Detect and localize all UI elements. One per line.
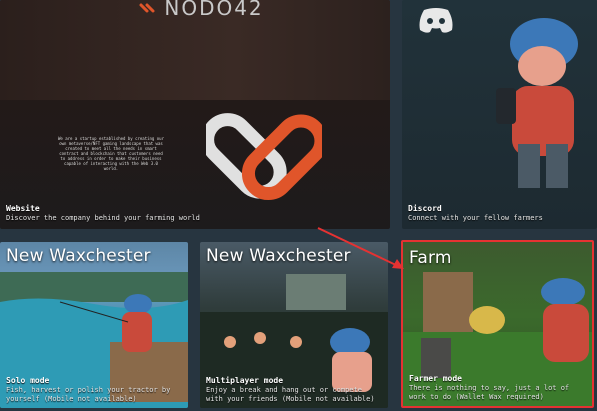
solo-card-description: Fish, harvest or polish your tractor by …	[6, 386, 171, 403]
farm-mode-card[interactable]: Farm Farmer mode There is nothing to say…	[401, 240, 594, 408]
discord-card[interactable]: Discord Connect with your fellow farmers	[402, 0, 597, 229]
website-mission-text: We are a startup established by creating…	[58, 136, 164, 171]
discord-icon	[419, 8, 453, 33]
nodo42-mark-icon	[139, 3, 155, 13]
nodo42-logo-icon	[206, 113, 322, 201]
solo-card-title: New Waxchester	[6, 246, 151, 266]
discord-card-description: Connect with your fellow farmers	[408, 214, 543, 222]
discord-card-label: Discord	[408, 204, 442, 213]
nodo42-top-logo: NODO42	[138, 0, 264, 20]
website-card[interactable]: NODO42 We are a startup established by c…	[0, 0, 390, 229]
multiplayer-card-description: Enjoy a break and hang out or compete wi…	[206, 386, 375, 403]
website-card-label: Website	[6, 204, 40, 213]
solo-card-label: Solo mode	[6, 376, 50, 385]
multiplayer-card-title: New Waxchester	[206, 246, 351, 266]
farm-card-description: There is nothing to say, just a lot of w…	[409, 384, 570, 401]
solo-mode-card[interactable]: New Waxchester Solo mode Fish, harvest o…	[0, 242, 188, 408]
farm-card-title: Farm	[409, 248, 452, 268]
multiplayer-card-label: Multiplayer mode	[206, 376, 284, 385]
website-card-description: Discover the company behind your farming…	[6, 214, 200, 222]
farmer-character-image	[496, 18, 578, 188]
multiplayer-mode-card[interactable]: New Waxchester Multiplayer mode Enjoy a …	[200, 242, 388, 408]
farm-card-label: Farmer mode	[409, 374, 462, 383]
nodo42-logo-text: NODO42	[164, 0, 264, 20]
